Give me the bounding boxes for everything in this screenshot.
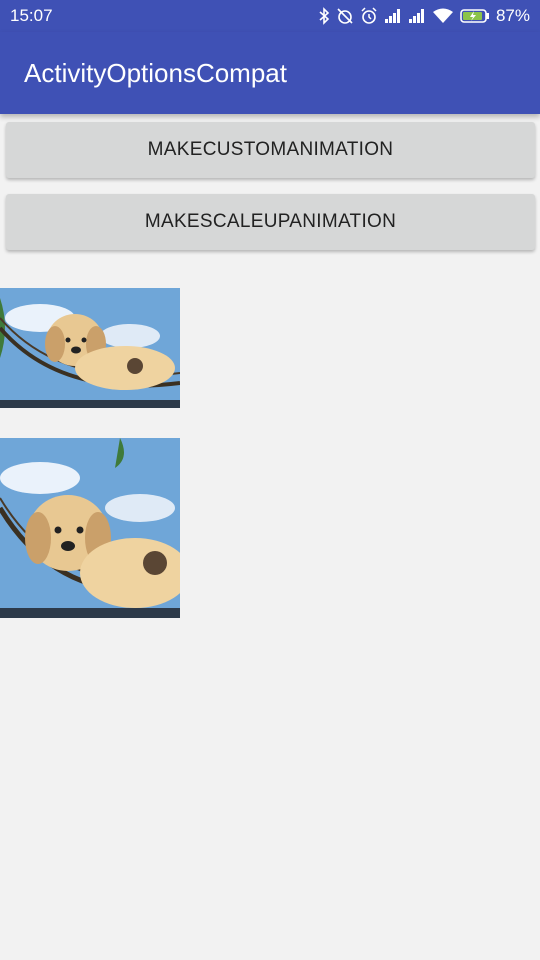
status-time: 15:07 <box>10 6 53 25</box>
status-icons: 87% <box>318 6 530 26</box>
bluetooth-icon <box>318 7 330 25</box>
status-bar: 15:07 87% <box>0 0 540 32</box>
wifi-icon <box>432 8 454 24</box>
app-bar: ActivityOptionsCompat <box>0 32 540 114</box>
make-scale-up-animation-button[interactable]: MAKESCALEUPANIMATION <box>6 194 535 250</box>
app-title: ActivityOptionsCompat <box>24 57 287 88</box>
alarm-off-icon <box>336 7 354 25</box>
puppy-image[interactable] <box>0 438 180 618</box>
puppy-image[interactable] <box>0 288 180 408</box>
signal-icon <box>408 8 426 24</box>
make-custom-animation-button[interactable]: MAKECUSTOMANIMATION <box>6 122 535 178</box>
signal-icon <box>384 8 402 24</box>
battery-charging-icon <box>460 8 490 24</box>
battery-percent: 87% <box>495 6 530 25</box>
alarm-clock-icon <box>360 7 378 25</box>
